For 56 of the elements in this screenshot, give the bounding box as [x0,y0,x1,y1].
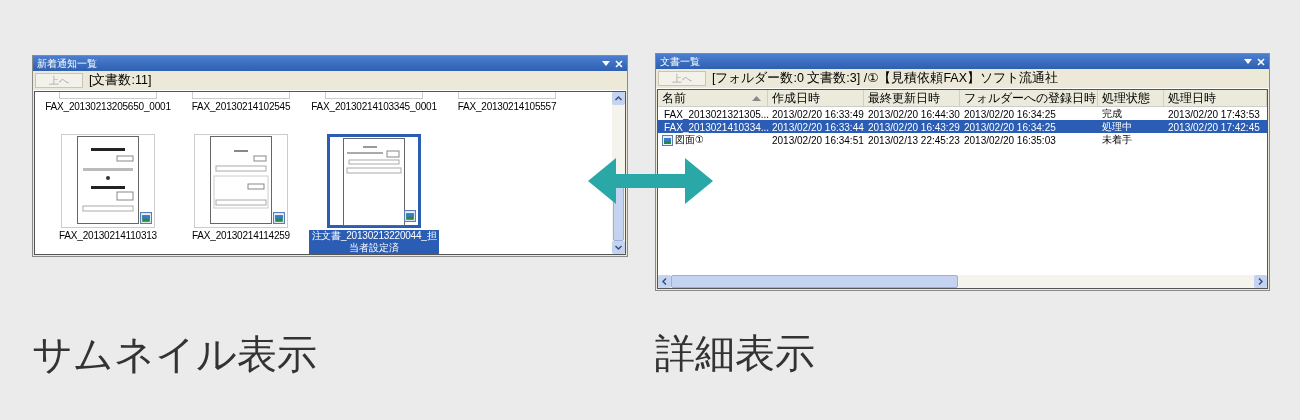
table-cell-text: 2013/02/20 16:44:30 [867,107,960,121]
thumbnail-label[interactable]: FAX_20130214114259 [192,230,290,242]
table-row[interactable]: FAX_2013021321305... 2013/02/20 16:33:49 2013/02/20 16:44:30 2013/02/20 16:34:25 完成 2013/02/20 17:43:53 [658,107,1267,120]
table-cell-text: 2013/02/20 16:33:44 [771,120,864,134]
image-file-icon [662,134,673,146]
horizontal-scrollbar[interactable] [658,275,1267,288]
table-cell-text: 2013/02/20 16:34:25 [963,120,1057,134]
table-cell-text: 未着手 [1101,133,1133,147]
table-cell-text: 2013/02/20 16:35:03 [963,133,1057,147]
sort-ascending-icon [752,95,761,101]
thumbnail-label[interactable]: FAX_20130214110313 [59,230,157,242]
table-row[interactable]: FAX_2013021410334... 2013/02/20 16:33:44 2013/02/20 16:43:29 2013/02/20 16:34:25 処理中 2013/02/20 17:42:45 [658,120,1267,133]
caption: 詳細表示 [655,329,816,378]
dropdown-icon[interactable] [1244,59,1252,64]
table-cell-text: 2013/02/20 17:43:53 [1167,107,1261,121]
scroll-down-button[interactable] [612,241,625,254]
thumbnail-label[interactable]: FAX_20130214102545 [191,101,291,113]
image-file-icon [140,212,152,224]
scroll-right-button[interactable] [1254,275,1267,288]
thumbnail-label[interactable]: FAX_20130214103345_0001 [311,101,437,113]
table-cell-text: 処理中 [1101,120,1133,134]
column-header[interactable]: 名前 [658,90,768,106]
table-cell-text: FAX_2013021321305... [661,107,768,121]
dropdown-icon[interactable] [602,61,610,66]
table-cell-text: 2013/02/20 16:34:51 [771,133,864,147]
column-header[interactable]: 処理日時 [1164,90,1267,106]
scroll-left-button[interactable] [658,275,671,288]
table-cell-text: 2013/02/20 16:34:25 [963,107,1057,121]
table-cell-text: 2013/02/20 16:33:49 [771,107,864,121]
table-cell: 図面① [658,133,768,147]
table-cell-text: 完成 [1101,107,1123,121]
table-cell-text: 2013/02/20 17:42:45 [1167,120,1261,134]
column-header[interactable]: フォルダーへの登録日時 [960,90,1098,106]
thumbnail-label[interactable]: 注文書_20130213220044_担当者設定済 [309,230,439,254]
table-cell-text: 2013/02/20 16:43:29 [867,120,960,134]
table-cell-text: 2013/02/13 22:45:23 [867,133,960,147]
scroll-thumb[interactable] [671,275,958,288]
close-icon[interactable] [1257,57,1265,66]
close-icon[interactable] [615,59,623,68]
column-header[interactable]: 作成日時 [768,90,864,106]
column-header[interactable]: 最終更新日時 [864,90,960,106]
thumbnail-label[interactable]: FAX_20130214105557 [457,101,557,113]
document-count: [文書数:11] [89,72,152,89]
double-arrow-icon [588,158,713,204]
folder-path: [フォルダー数:0 文書数:3] /①【見積依頼FAX】ソフト流通社 [712,70,1059,87]
thumbnail-label[interactable]: FAX_20130213205650_0001 [45,101,171,113]
image-file-icon [273,212,285,224]
column-header[interactable]: 処理状態 [1098,90,1164,106]
scroll-up-button[interactable] [612,92,625,105]
panel-title: 新着通知一覧 [37,56,97,71]
table-row[interactable]: 図面① 2013/02/20 16:34:51 2013/02/13 22:45:23 2013/02/20 16:35:03 未着手 [658,133,1267,146]
thumbnail-frame[interactable] [327,134,421,228]
table-cell-text: FAX_2013021410334... [661,120,768,134]
panel-title: 文書一覧 [660,54,700,69]
caption: サムネイル表示 [32,330,318,379]
image-file-icon [404,210,416,222]
